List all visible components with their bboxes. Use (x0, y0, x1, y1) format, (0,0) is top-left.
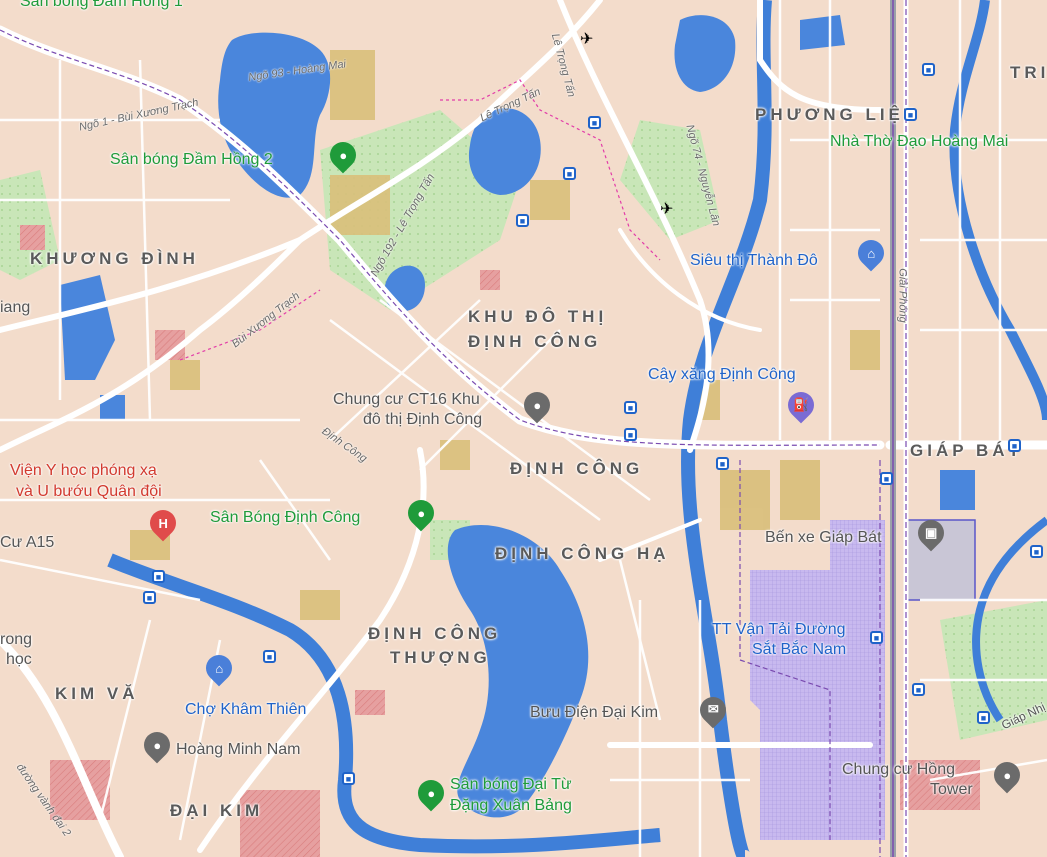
poi-label-vien-y-hoc-1[interactable]: Viện Y học phóng xạ (10, 463, 157, 479)
area-label-kim-van: KIM VĂ (55, 684, 139, 703)
poi-label-chung-cu-ct16-2[interactable]: đô thị Định Công (363, 412, 482, 428)
poi-label-san-bong-dai-tu-2[interactable]: Đặng Xuân Bảng (450, 798, 572, 814)
bus-stop-icon[interactable]: ■ (880, 472, 893, 485)
poi-label-sieu-thi-thanh-do[interactable]: Siêu thị Thành Đô (690, 253, 818, 269)
bus-stop-icon[interactable]: ■ (588, 116, 601, 129)
street-label-giai-phong: Giải Phóng (896, 268, 909, 323)
poi-label-chung-cu-ct16-1[interactable]: Chung cư CT16 Khu (333, 392, 480, 408)
area-label-dai-kim: ĐẠI KIM (170, 801, 264, 820)
poi-label-vien-y-hoc-2[interactable]: và U bướu Quân đội (16, 484, 162, 500)
poi-label-rong[interactable]: rong (0, 632, 32, 648)
bus-stop-icon[interactable]: ■ (977, 711, 990, 724)
area-label-khu-do-thi: KHU ĐÔ THỊ (468, 307, 608, 326)
area-label-giap-bat: GIÁP BÁT (910, 441, 1023, 460)
bus-stop-icon[interactable]: ■ (870, 631, 883, 644)
bus-stop-icon[interactable]: ■ (624, 428, 637, 441)
area-label-dinh-cong-thuong-1: ĐỊNH CÔNG (368, 624, 502, 643)
poi-label-san-bong-dam-hong-2[interactable]: Sân bóng Đầm Hồng 2 (110, 152, 273, 168)
poi-label-hoc[interactable]: học (6, 652, 32, 668)
bus-stop-icon[interactable]: ■ (624, 401, 637, 414)
bus-stop-icon[interactable]: ■ (716, 457, 729, 470)
map-base-layer (0, 0, 1047, 857)
poi-label-cay-xang-dinh-cong[interactable]: Cây xăng Định Công (648, 367, 796, 383)
bus-stop-icon[interactable]: ■ (1030, 545, 1043, 558)
poi-label-tt-van-tai-1[interactable]: TT Vận Tải Đường (712, 622, 846, 638)
poi-label-iang[interactable]: iang (0, 300, 30, 316)
poi-label-san-bong-dinh-cong[interactable]: Sân Bóng Định Công (210, 510, 360, 526)
poi-label-cu-a15[interactable]: Cư A15 (0, 535, 54, 551)
bus-stop-icon[interactable]: ■ (516, 214, 529, 227)
area-label-dinh-cong: ĐỊNH CÔNG (510, 459, 644, 478)
helicopter-icon: ✈ (660, 201, 674, 218)
bus-stop-icon[interactable]: ■ (152, 570, 165, 583)
bus-stop-icon[interactable]: ■ (922, 63, 935, 76)
bus-stop-icon[interactable]: ■ (263, 650, 276, 663)
bus-stop-icon[interactable]: ■ (563, 167, 576, 180)
bus-stop-icon[interactable]: ■ (342, 772, 355, 785)
area-label-tri: TRI (1010, 63, 1047, 82)
poi-label-tt-van-tai-2[interactable]: Sắt Bắc Nam (752, 642, 846, 658)
poi-label-nha-tho[interactable]: Nhà Thờ Đạo Hoàng Mai (830, 134, 1008, 150)
poi-label-san-bong-dai-tu-1[interactable]: Sân bóng Đại Từ (450, 777, 572, 793)
poi-label-ben-xe-giap-bat[interactable]: Bến xe Giáp Bát (765, 530, 882, 546)
area-label-dinh-cong-thuong-2: THƯỢNG (390, 648, 491, 667)
poi-label-chung-cu-hong-tower[interactable]: Tower (930, 782, 973, 798)
bus-stop-icon[interactable]: ■ (1008, 439, 1021, 452)
bus-stop-icon[interactable]: ■ (143, 591, 156, 604)
poi-label-san-bong-dam-hong-1[interactable]: Sân bóng Đầm Hồng 1 (20, 0, 183, 10)
poi-label-hoang-minh-nam[interactable]: Hoàng Minh Nam (176, 742, 301, 758)
helicopter-icon: ✈ (580, 31, 594, 48)
bus-stop-icon[interactable]: ■ (904, 108, 917, 121)
poi-label-buu-dien-dai-kim[interactable]: Bưu Điện Đại Kim (530, 705, 658, 721)
map-canvas[interactable]: KHƯƠNG ĐÌNH KHU ĐÔ THỊ ĐỊNH CÔNG ĐỊNH CÔ… (0, 0, 1047, 857)
area-label-phuong-liet: PHƯƠNG LIỆT (755, 105, 919, 124)
area-label-dinh-cong-ha: ĐỊNH CÔNG HẠ (495, 544, 670, 563)
area-label-khu-do-thi-dinh-cong: ĐỊNH CÔNG (468, 332, 602, 351)
poi-label-cho-kham-thien[interactable]: Chợ Khâm Thiên (185, 702, 306, 718)
area-label-khuong-dinh: KHƯƠNG ĐÌNH (30, 249, 199, 268)
bus-stop-icon[interactable]: ■ (912, 683, 925, 696)
poi-label-chung-cu-hong[interactable]: Chung cư Hồng (842, 762, 955, 778)
